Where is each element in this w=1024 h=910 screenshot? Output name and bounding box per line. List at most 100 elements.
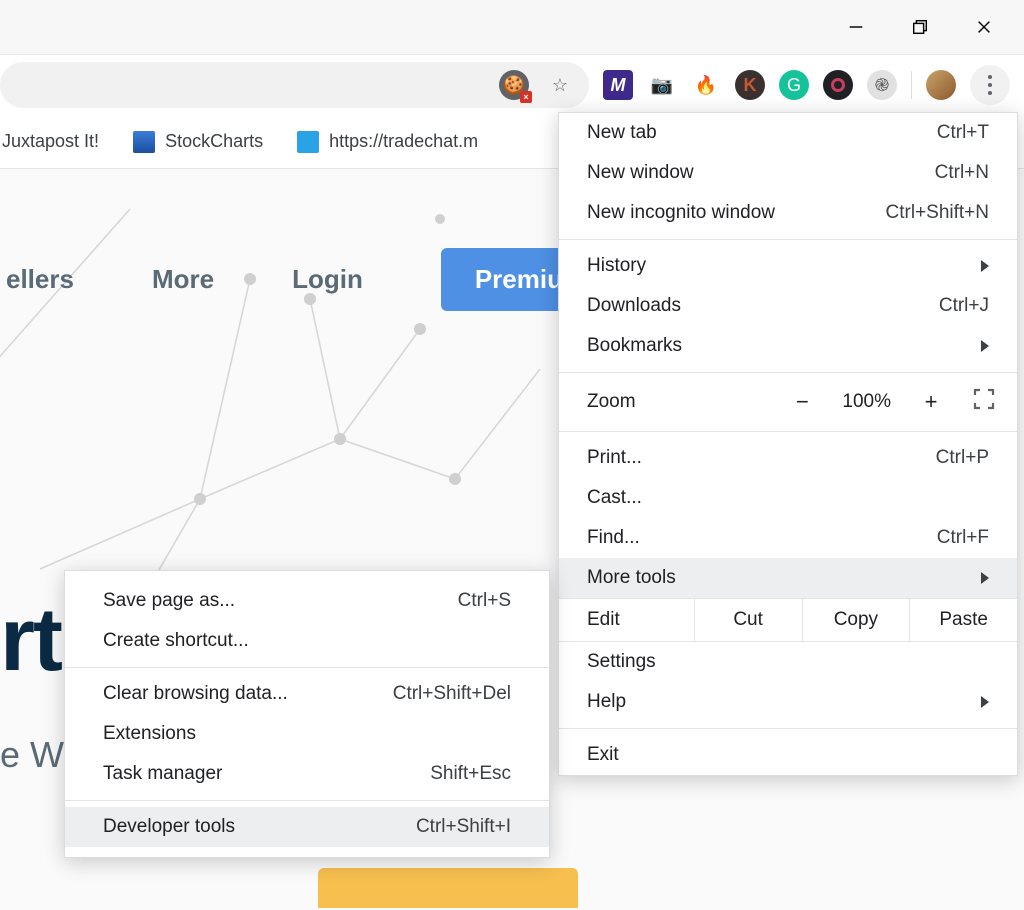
menu-edit-label: Edit xyxy=(559,599,694,641)
submenu-save-page[interactable]: Save page as... Ctrl+S xyxy=(65,581,549,621)
menu-label: Create shortcut... xyxy=(103,630,249,652)
grammarly-icon[interactable]: G xyxy=(779,70,809,100)
cta-button-partial[interactable] xyxy=(318,868,578,908)
menu-label: Print... xyxy=(587,447,642,469)
menu-edit-row: Edit Cut Copy Paste xyxy=(559,598,1017,642)
flame-icon[interactable]: 🔥 xyxy=(691,70,721,100)
menu-cut[interactable]: Cut xyxy=(694,599,802,641)
menu-button[interactable] xyxy=(970,65,1010,105)
chevron-right-icon xyxy=(981,260,989,272)
menu-separator xyxy=(559,728,1017,729)
menu-help[interactable]: Help xyxy=(559,682,1017,722)
menu-label: Cast... xyxy=(587,487,642,509)
zoom-value: 100% xyxy=(842,391,891,413)
menu-new-window[interactable]: New window Ctrl+N xyxy=(559,153,1017,193)
menu-history[interactable]: History xyxy=(559,246,1017,286)
menu-label: Save page as... xyxy=(103,590,235,612)
bookmark-stockcharts[interactable]: StockCharts xyxy=(133,131,263,153)
menu-label: More tools xyxy=(587,567,676,589)
chevron-right-icon xyxy=(981,572,989,584)
nav-more[interactable]: More xyxy=(152,264,214,295)
favicon-icon xyxy=(133,131,155,153)
submenu-clear-data[interactable]: Clear browsing data... Ctrl+Shift+Del xyxy=(65,674,549,714)
menu-separator xyxy=(65,800,549,801)
menu-label: Developer tools xyxy=(103,816,235,838)
menu-label: New tab xyxy=(587,122,657,144)
camera-icon[interactable]: 📷 xyxy=(647,70,677,100)
star-icon[interactable]: ☆ xyxy=(545,70,575,100)
omnibox-tail[interactable]: × 🍪 ☆ xyxy=(0,62,589,108)
chrome-menu: New tab Ctrl+T New window Ctrl+N New inc… xyxy=(558,112,1018,776)
menu-label: Extensions xyxy=(103,723,196,745)
menu-shortcut: Ctrl+F xyxy=(937,527,989,549)
bookmark-juxtapost[interactable]: Juxtapost It! xyxy=(2,131,99,152)
fullscreen-icon[interactable] xyxy=(971,387,997,417)
toolbar-separator xyxy=(911,71,912,99)
submenu-task-manager[interactable]: Task manager Shift+Esc xyxy=(65,754,549,794)
minimize-button[interactable] xyxy=(824,5,888,50)
nav-login[interactable]: Login xyxy=(292,264,363,295)
nav-sellers[interactable]: ellers xyxy=(6,264,74,295)
submenu-developer-tools[interactable]: Developer tools Ctrl+Shift+I xyxy=(65,807,549,847)
chevron-right-icon xyxy=(981,696,989,708)
menu-more-tools[interactable]: More tools xyxy=(559,558,1017,598)
bookmark-tradechat[interactable]: https://tradechat.m xyxy=(297,131,478,153)
close-button[interactable] xyxy=(952,5,1016,50)
browser-toolbar: × 🍪 ☆ M 📷 🔥 K G ֎ xyxy=(0,55,1024,115)
menu-label: Exit xyxy=(587,744,619,766)
menu-new-tab[interactable]: New tab Ctrl+T xyxy=(559,113,1017,153)
purple-m-icon[interactable]: M xyxy=(603,70,633,100)
settings-cookie-icon[interactable]: × 🍪 xyxy=(499,70,529,100)
menu-label: Bookmarks xyxy=(587,335,682,357)
menu-settings[interactable]: Settings xyxy=(559,642,1017,682)
menu-shortcut: Ctrl+N xyxy=(935,162,989,184)
menu-separator xyxy=(65,667,549,668)
menu-shortcut: Ctrl+Shift+I xyxy=(416,816,511,838)
submenu-create-shortcut[interactable]: Create shortcut... xyxy=(65,621,549,661)
spiral-icon[interactable]: ֎ xyxy=(867,70,897,100)
hero-title-fragment: rt xyxy=(0,589,61,692)
menu-downloads[interactable]: Downloads Ctrl+J xyxy=(559,286,1017,326)
menu-shortcut: Ctrl+Shift+Del xyxy=(393,683,511,705)
menu-zoom: Zoom − 100% + xyxy=(559,379,1017,425)
menu-paste[interactable]: Paste xyxy=(909,599,1017,641)
menu-label: Settings xyxy=(587,651,656,673)
hero-subtitle-fragment: e W xyxy=(0,734,64,776)
menu-separator xyxy=(559,239,1017,240)
zoom-out-button[interactable]: − xyxy=(788,389,816,415)
menu-print[interactable]: Print... Ctrl+P xyxy=(559,438,1017,478)
bookmark-label: https://tradechat.m xyxy=(329,131,478,152)
menu-incognito[interactable]: New incognito window Ctrl+Shift+N xyxy=(559,193,1017,233)
menu-label: History xyxy=(587,255,646,277)
menu-label: New incognito window xyxy=(587,202,775,224)
zoom-in-button[interactable]: + xyxy=(917,389,945,415)
avatar[interactable] xyxy=(926,70,956,100)
menu-label: Zoom xyxy=(587,391,636,413)
lens-icon[interactable] xyxy=(823,70,853,100)
menu-label: New window xyxy=(587,162,694,184)
restore-button[interactable] xyxy=(888,5,952,50)
menu-shortcut: Shift+Esc xyxy=(430,763,511,785)
menu-bookmarks[interactable]: Bookmarks xyxy=(559,326,1017,366)
submenu-extensions[interactable]: Extensions xyxy=(65,714,549,754)
menu-shortcut: Ctrl+S xyxy=(458,590,511,612)
menu-shortcut: Ctrl+P xyxy=(936,447,989,469)
menu-separator xyxy=(559,431,1017,432)
menu-cast[interactable]: Cast... xyxy=(559,478,1017,518)
titlebar xyxy=(0,0,1024,55)
menu-shortcut: Ctrl+J xyxy=(939,295,989,317)
menu-shortcut: Ctrl+Shift+N xyxy=(886,202,989,224)
k-circle-icon[interactable]: K xyxy=(735,70,765,100)
favicon-icon xyxy=(297,131,319,153)
menu-shortcut: Ctrl+T xyxy=(937,122,989,144)
menu-label: Find... xyxy=(587,527,640,549)
menu-separator xyxy=(559,372,1017,373)
more-tools-submenu: Save page as... Ctrl+S Create shortcut..… xyxy=(64,570,550,858)
menu-label: Help xyxy=(587,691,626,713)
menu-exit[interactable]: Exit xyxy=(559,735,1017,775)
menu-copy[interactable]: Copy xyxy=(802,599,910,641)
chevron-right-icon xyxy=(981,340,989,352)
menu-label: Task manager xyxy=(103,763,222,785)
menu-label: Clear browsing data... xyxy=(103,683,288,705)
menu-find[interactable]: Find... Ctrl+F xyxy=(559,518,1017,558)
